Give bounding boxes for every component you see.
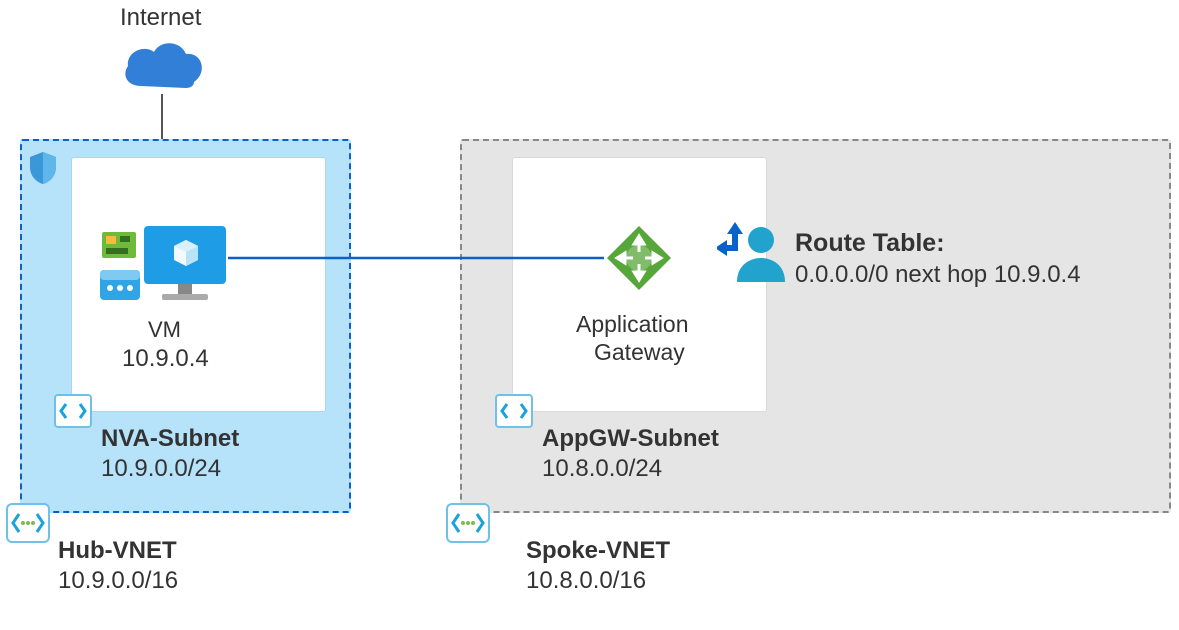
route-table-rule: 0.0.0.0/0 next hop 10.9.0.4 <box>795 260 1081 290</box>
spoke-vnet-cidr: 10.8.0.0/16 <box>526 566 646 596</box>
appgw-label-1: Application <box>576 310 689 339</box>
appgw-label-2: Gateway <box>594 338 685 367</box>
subnet-badge-icon <box>54 394 92 428</box>
subnet-badge-icon <box>495 394 533 428</box>
route-table-icon <box>717 222 785 286</box>
cloud-icon <box>118 36 208 98</box>
appgw-icon <box>603 222 675 294</box>
vnet-badge-icon <box>6 503 50 543</box>
internet-label: Internet <box>120 3 201 33</box>
nva-subnet-name: NVA-Subnet <box>101 424 239 454</box>
vm-ip: 10.9.0.4 <box>122 344 209 374</box>
spoke-vnet-name: Spoke-VNET <box>526 536 670 566</box>
appgw-subnet-name: AppGW-Subnet <box>542 424 719 454</box>
connector-vm-appgw <box>228 256 604 260</box>
vm-icon <box>100 222 230 314</box>
nva-subnet-cidr: 10.9.0.0/24 <box>101 454 221 484</box>
vnet-badge-icon <box>446 503 490 543</box>
vm-label: VM <box>148 316 181 344</box>
hub-vnet-name: Hub-VNET <box>58 536 177 566</box>
hub-vnet-cidr: 10.9.0.0/16 <box>58 566 178 596</box>
shield-icon <box>28 150 58 186</box>
appgw-subnet-cidr: 10.8.0.0/24 <box>542 454 662 484</box>
route-table-title: Route Table: <box>795 228 945 259</box>
